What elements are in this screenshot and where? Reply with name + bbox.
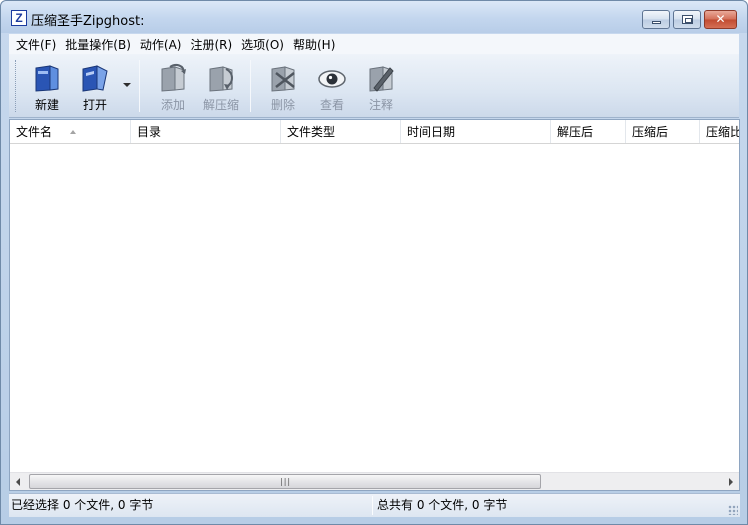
scroll-right-arrow-icon[interactable] (722, 473, 739, 490)
delete-label: 删除 (270, 98, 295, 112)
file-list[interactable]: 文件名 目录 文件类型 时间日期 解压后 压缩后 压缩比 ||| (9, 119, 740, 491)
open-label: 打开 (82, 98, 107, 112)
menu-bar: 文件(F) 批量操作(B) 动作(A) 注册(R) 选项(O) 帮助(H) (9, 34, 739, 54)
column-header: 文件名 目录 文件类型 时间日期 解压后 压缩后 压缩比 (10, 120, 739, 144)
scrollbar-grip-icon: ||| (280, 477, 292, 486)
delete-icon (271, 66, 295, 92)
toolbar-separator (139, 60, 140, 112)
status-selected: 已经选择 0 个文件, 0 字节 (11, 498, 154, 512)
minimize-icon (652, 21, 661, 24)
column-directory[interactable]: 目录 (131, 120, 281, 143)
menu-batch[interactable]: 批量操作(B) (62, 36, 137, 53)
horizontal-scrollbar[interactable]: ||| (10, 472, 739, 490)
column-label: 压缩比 (706, 125, 739, 139)
minimize-button[interactable] (642, 10, 670, 29)
menu-file[interactable]: 文件(F) (13, 36, 62, 53)
add-label: 添加 (160, 98, 185, 112)
toolbar-separator (250, 60, 251, 112)
open-button[interactable]: 打开 (71, 60, 119, 112)
resize-grip-icon[interactable] (728, 505, 738, 515)
open-dropdown-arrow-icon[interactable] (123, 83, 131, 87)
column-file-type[interactable]: 文件类型 (281, 120, 401, 143)
column-ratio[interactable]: 压缩比 (700, 120, 739, 143)
column-label: 压缩后 (632, 125, 669, 139)
column-label: 目录 (137, 125, 162, 139)
new-button[interactable]: 新建 (23, 60, 71, 112)
column-label: 解压后 (557, 125, 594, 139)
menu-options[interactable]: 选项(O) (238, 36, 290, 53)
column-compressed-size[interactable]: 压缩后 (626, 120, 700, 143)
title-bar[interactable]: Z 压缩圣手Zipghost: ✕ (1, 1, 747, 33)
app-window: Z 压缩圣手Zipghost: ✕ 文件(F) 批量操作(B) 动作(A) 注册… (0, 0, 748, 525)
close-button[interactable]: ✕ (704, 10, 737, 29)
extract-button[interactable]: 解压缩 (197, 60, 245, 112)
view-button[interactable]: 查看 (308, 60, 356, 112)
column-label: 文件类型 (287, 125, 336, 139)
toolbar: 新建 打开 添加 解压缩 删除 查看 注释 (9, 54, 739, 118)
comment-label: 注释 (368, 98, 393, 112)
view-eye-icon (318, 70, 346, 88)
new-label: 新建 (34, 98, 59, 112)
column-label: 时间日期 (407, 125, 456, 139)
status-total: 总共有 0 个文件, 0 字节 (377, 498, 508, 512)
open-archive-icon (82, 65, 108, 92)
comment-pencil-icon (369, 66, 394, 92)
extract-icon (209, 66, 233, 92)
status-divider (372, 496, 373, 515)
column-filename[interactable]: 文件名 (10, 120, 131, 143)
sort-ascending-icon (70, 130, 76, 134)
column-uncompressed-size[interactable]: 解压后 (551, 120, 626, 143)
app-icon[interactable]: Z (11, 10, 27, 26)
status-bar: 已经选择 0 个文件, 0 字节 总共有 0 个文件, 0 字节 (9, 493, 740, 517)
toolbar-grip[interactable] (15, 60, 18, 112)
delete-button[interactable]: 删除 (259, 60, 307, 112)
extract-label: 解压缩 (202, 98, 239, 112)
menu-register[interactable]: 注册(R) (187, 36, 238, 53)
new-archive-icon (35, 65, 59, 92)
maximize-icon (682, 15, 693, 24)
column-datetime[interactable]: 时间日期 (401, 120, 551, 143)
menu-action[interactable]: 动作(A) (137, 36, 188, 53)
scrollbar-thumb[interactable]: ||| (29, 474, 541, 489)
window-title: 压缩圣手Zipghost: (31, 14, 145, 29)
add-button[interactable]: 添加 (149, 60, 197, 112)
add-files-icon (161, 64, 186, 92)
menu-help[interactable]: 帮助(H) (290, 36, 341, 53)
close-icon: ✕ (715, 12, 726, 26)
column-label: 文件名 (16, 125, 53, 139)
view-label: 查看 (319, 98, 344, 112)
comment-button[interactable]: 注释 (357, 60, 405, 112)
scroll-left-arrow-icon[interactable] (10, 473, 27, 490)
maximize-button[interactable] (673, 10, 701, 29)
